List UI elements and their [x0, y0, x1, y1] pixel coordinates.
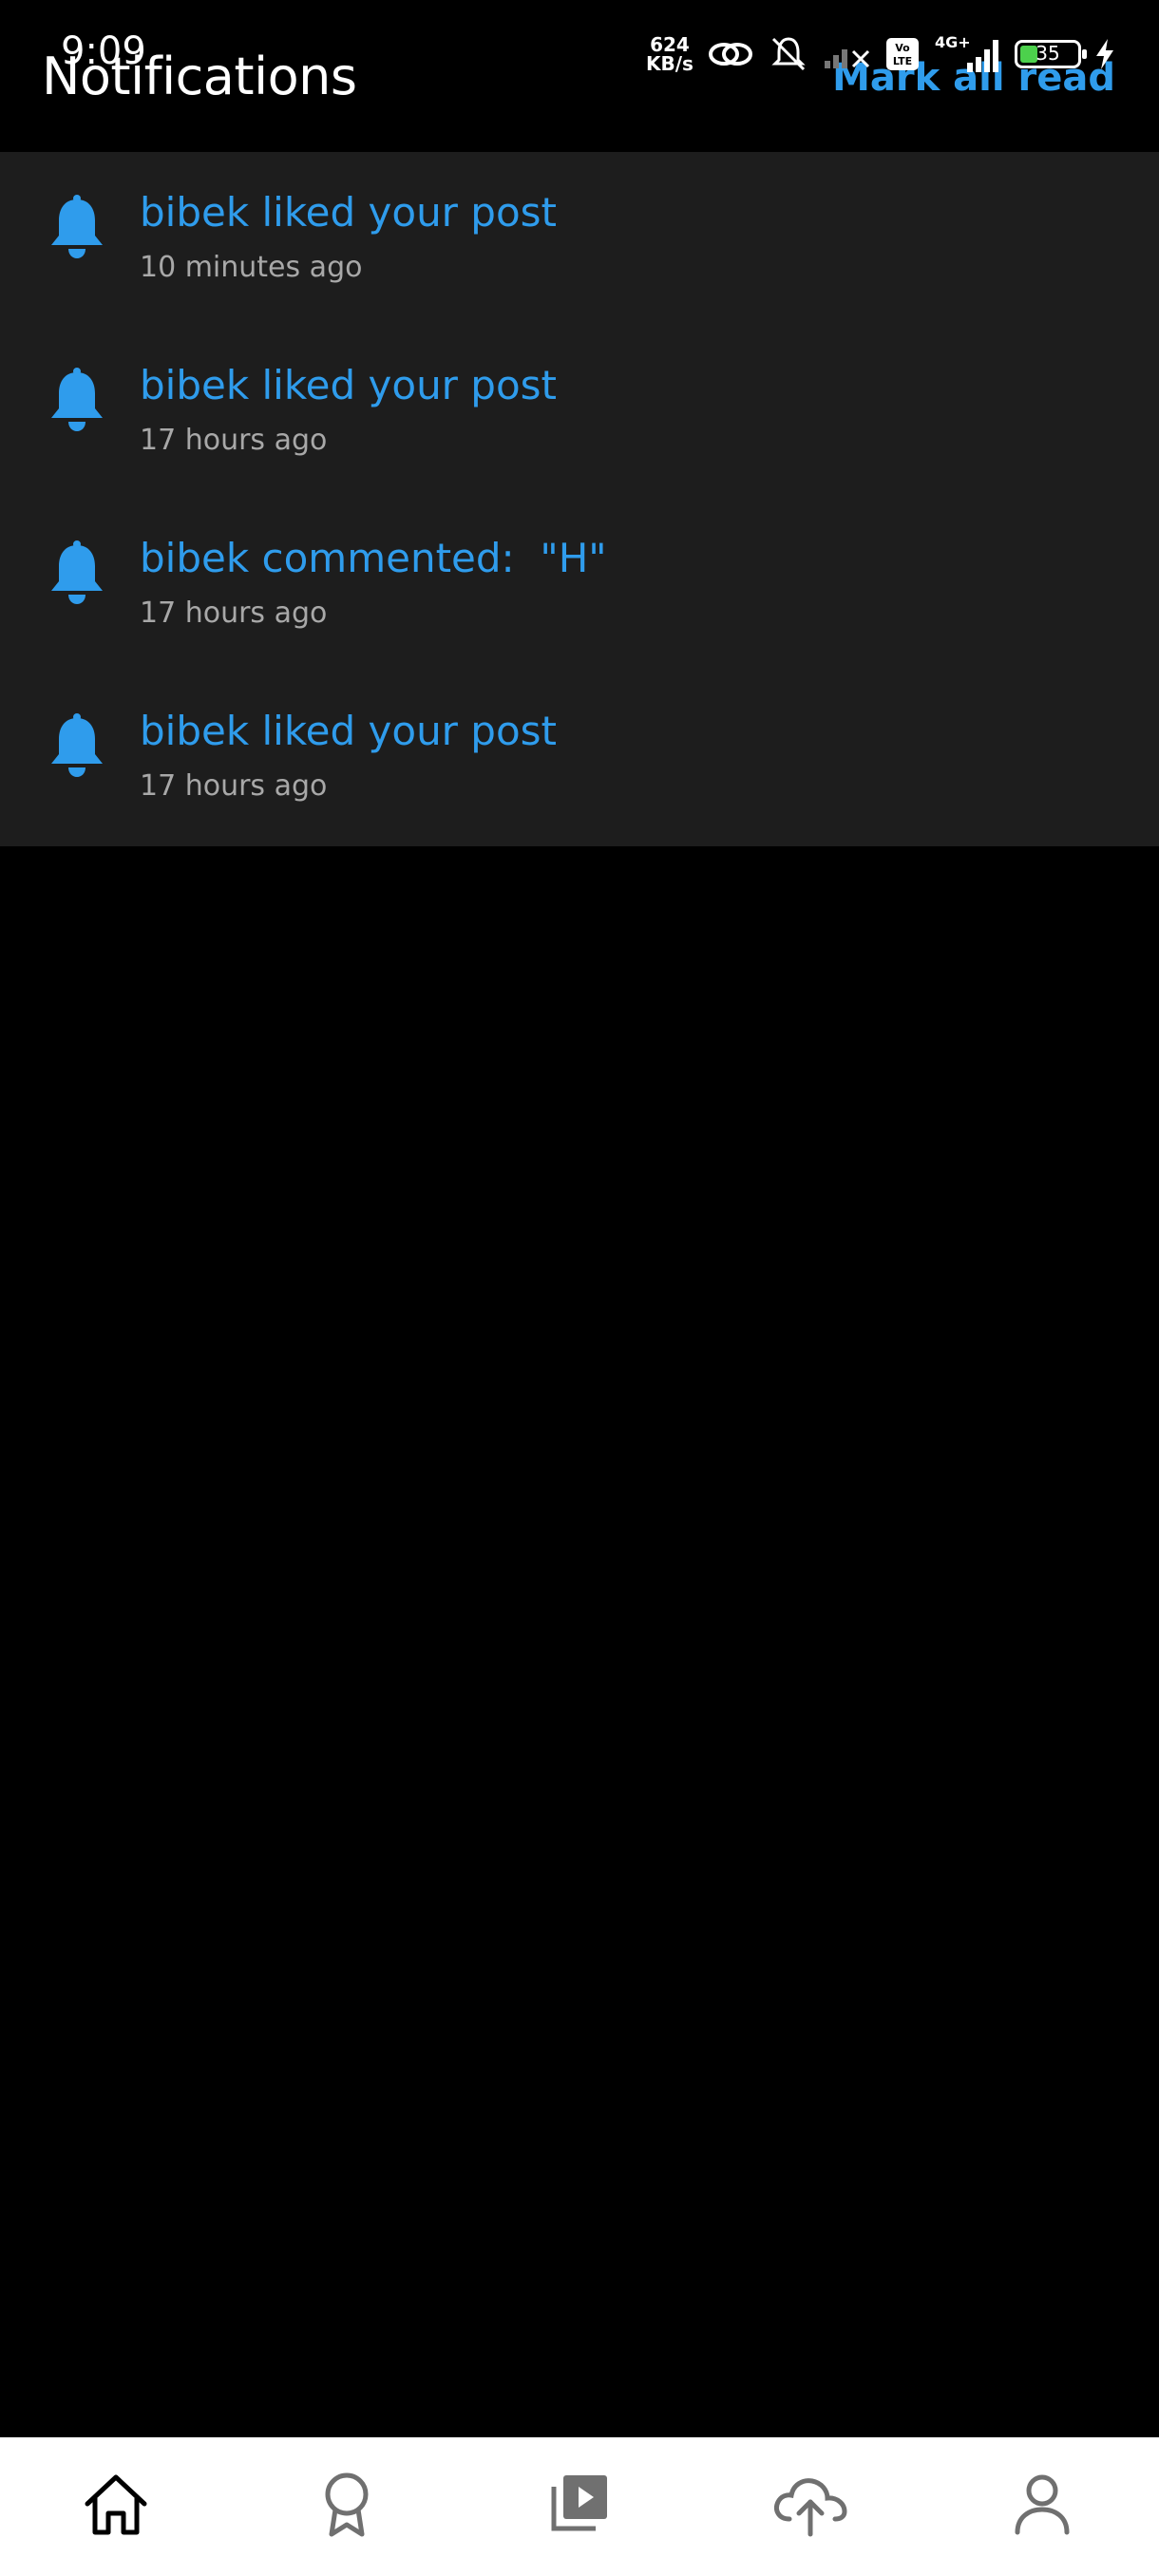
- profile-icon: [1015, 2474, 1070, 2535]
- nav-home-button[interactable]: [68, 2456, 163, 2551]
- notification-time: 17 hours ago: [140, 424, 328, 457]
- bell-icon: [51, 368, 103, 431]
- notification-item[interactable]: bibek commented: "H" 17 hours ago: [0, 498, 1159, 671]
- volte-text-top: Vo: [895, 42, 910, 54]
- video-library-icon: [551, 2475, 607, 2531]
- notification-item[interactable]: bibek liked your post 10 minutes ago: [0, 152, 1159, 325]
- notification-item[interactable]: bibek liked your post 17 hours ago: [0, 325, 1159, 498]
- status-time: 9:09: [61, 29, 146, 73]
- bell-icon: [51, 713, 103, 777]
- network-type-text: 4G+: [935, 34, 971, 51]
- volte-text-bottom: LTE: [893, 55, 912, 67]
- battery-nub: [1081, 49, 1087, 59]
- notification-text: bibek commented: "H": [140, 535, 607, 581]
- nav-videos-button[interactable]: [531, 2456, 626, 2551]
- volte-icon: Vo LTE: [885, 38, 919, 70]
- signal-x-icon: [824, 49, 870, 68]
- notification-item[interactable]: bibek liked your post 17 hours ago: [0, 671, 1159, 843]
- notification-time: 17 hours ago: [140, 597, 328, 630]
- battery-icon: 35: [1014, 40, 1087, 68]
- notifications-list: bibek liked your post 10 minutes ago bib…: [0, 152, 1159, 846]
- mute-icon: [771, 37, 806, 71]
- network-speed: 624 KB/s: [646, 35, 694, 73]
- signal-4g-icon: 4G+: [935, 34, 998, 72]
- bell-icon: [51, 195, 103, 258]
- network-speed-value: 624: [650, 33, 690, 56]
- link-icon: [708, 43, 752, 66]
- cloud-upload-icon: [774, 2478, 847, 2537]
- nav-upload-button[interactable]: [763, 2456, 858, 2551]
- notification-time: 10 minutes ago: [140, 251, 363, 284]
- status-icons: 624 KB/s Vo LTE 4G+ 35: [646, 30, 1115, 78]
- battery-level: 35: [1036, 42, 1060, 65]
- network-speed-unit: KB/s: [646, 52, 694, 75]
- charging-icon: [1095, 39, 1113, 69]
- nav-profile-button[interactable]: [995, 2456, 1090, 2551]
- award-icon: [325, 2472, 369, 2537]
- notification-text: bibek liked your post: [140, 708, 558, 754]
- bell-icon: [51, 540, 103, 604]
- notification-text: bibek liked your post: [140, 362, 558, 408]
- bottom-nav: [0, 2437, 1159, 2576]
- home-icon: [85, 2474, 147, 2535]
- nav-awards-button[interactable]: [299, 2456, 394, 2551]
- notification-text: bibek liked your post: [140, 189, 558, 236]
- notification-time: 17 hours ago: [140, 769, 328, 803]
